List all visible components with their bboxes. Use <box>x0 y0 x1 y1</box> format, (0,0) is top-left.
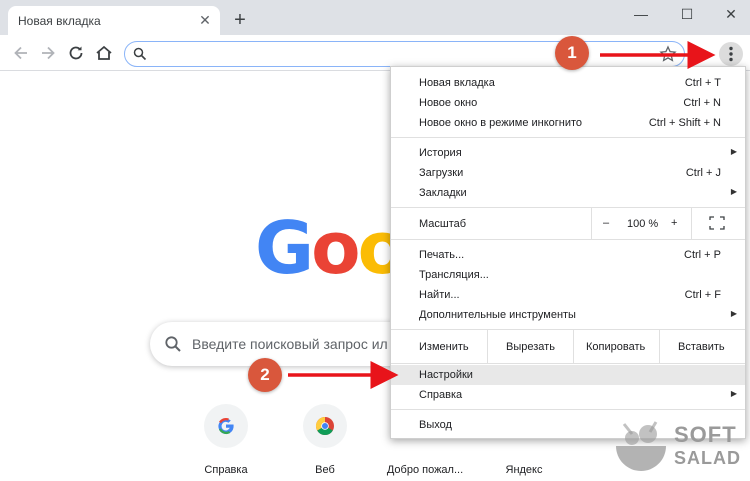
zoom-divider <box>691 207 692 239</box>
menu-item-label: Новое окно в режиме инкогнито <box>419 117 583 129</box>
menu-item-downloads[interactable]: Загрузки Ctrl + J <box>391 163 745 183</box>
shortcut-label: Веб <box>315 464 335 476</box>
edit-divider <box>573 329 574 363</box>
zoom-label: Масштаб <box>419 218 467 230</box>
tab-title: Новая вкладка <box>18 14 101 28</box>
menu-item-shortcut: Ctrl + T <box>684 77 721 89</box>
zoom-in-button[interactable]: + <box>671 217 677 229</box>
menu-divider <box>391 239 745 240</box>
shortcut-icon-circle <box>303 404 347 448</box>
address-bar[interactable] <box>124 41 685 67</box>
search-icon <box>133 47 147 61</box>
zoom-value: 100 % <box>627 218 659 230</box>
shortcut-label: Яндекс <box>505 464 543 476</box>
salad-bowl-icon <box>616 421 666 471</box>
google-logo: Goo <box>255 206 407 290</box>
menu-item-shortcut: Ctrl + J <box>685 167 721 179</box>
menu-divider <box>391 409 745 410</box>
menu-item-shortcut: Ctrl + F <box>684 289 721 301</box>
shortcut-label: Добро пожал... <box>386 464 464 476</box>
back-icon[interactable] <box>10 42 32 64</box>
menu-item-new-tab[interactable]: Новая вкладка Ctrl + T <box>391 73 745 93</box>
tab-new-tab[interactable]: Новая вкладка ✕ <box>8 6 220 35</box>
menu-item-label: Найти... <box>419 289 460 301</box>
menu-divider <box>391 363 745 364</box>
menu-item-label: Печать... <box>419 249 465 261</box>
shortcut-tile[interactable]: Справка <box>181 404 271 476</box>
shortcut-icon-circle <box>204 404 248 448</box>
logo-letter-g: G <box>255 206 314 290</box>
annotation-badge-2: 2 <box>248 358 282 392</box>
softsalad-watermark: SOFT SALAD <box>612 414 748 476</box>
edit-label: Изменить <box>419 341 469 353</box>
maximize-icon[interactable]: ☐ <box>672 4 702 24</box>
menu-item-label: Загрузки <box>419 167 464 179</box>
chrome-icon <box>315 417 334 436</box>
menu-item-label: Закладки <box>419 187 467 199</box>
menu-item-more-tools[interactable]: Дополнительные инструменты ▶ <box>391 305 745 325</box>
watermark-line-2: SALAD <box>674 448 741 468</box>
menu-item-help[interactable]: Справка ▶ <box>391 385 745 405</box>
new-tab-icon[interactable]: + <box>230 10 250 30</box>
submenu-arrow-icon: ▶ <box>730 389 737 398</box>
menu-item-settings[interactable]: Настройки <box>391 365 745 385</box>
tab-strip: Новая вкладка ✕ + — ☐ ✕ <box>0 0 750 35</box>
menu-item-label: Справка <box>419 389 463 401</box>
home-icon[interactable] <box>93 42 115 64</box>
shortcut-label: Справка <box>204 464 248 476</box>
chrome-menu: Новая вкладка Ctrl + T Новое окно Ctrl +… <box>390 66 746 439</box>
logo-letter-o-red: o <box>311 206 360 290</box>
cut-button[interactable]: Вырезать <box>506 341 555 353</box>
menu-item-shortcut: Ctrl + P <box>684 249 721 261</box>
menu-item-label: Настройки <box>419 369 473 381</box>
three-dots-vertical-icon <box>729 46 733 62</box>
paste-button[interactable]: Вставить <box>678 341 725 353</box>
annotation-badge-1: 1 <box>555 36 589 70</box>
zoom-out-button[interactable]: – <box>603 217 609 229</box>
menu-item-bookmarks[interactable]: Закладки ▶ <box>391 183 745 203</box>
menu-divider <box>391 137 745 138</box>
edit-row: Изменить Вырезать Копировать Вставить <box>391 329 745 363</box>
copy-button[interactable]: Копировать <box>586 341 645 353</box>
minimize-icon[interactable]: — <box>626 4 656 24</box>
menu-item-new-window[interactable]: Новое окно Ctrl + N <box>391 93 745 113</box>
menu-item-incognito[interactable]: Новое окно в режиме инкогнито Ctrl + Shi… <box>391 113 745 133</box>
menu-item-label: Дополнительные инструменты <box>419 309 576 321</box>
watermark-line-1: SOFT <box>674 422 737 447</box>
submenu-arrow-icon: ▶ <box>730 309 737 318</box>
forward-icon[interactable] <box>37 42 59 64</box>
edit-divider <box>659 329 660 363</box>
zoom-row: Масштаб – 100 % + <box>391 207 745 239</box>
shortcut-tile[interactable]: Веб <box>280 404 370 476</box>
menu-item-find[interactable]: Найти... Ctrl + F <box>391 285 745 305</box>
menu-item-label: Трансляция... <box>419 269 489 281</box>
reload-icon[interactable] <box>65 42 87 64</box>
fullscreen-icon[interactable] <box>709 216 725 230</box>
google-g-icon <box>218 417 234 435</box>
zoom-divider <box>591 207 592 239</box>
close-tab-icon[interactable]: ✕ <box>196 11 214 29</box>
submenu-arrow-icon: ▶ <box>730 187 737 196</box>
bookmark-star-icon[interactable] <box>659 45 677 63</box>
menu-item-label: История <box>419 147 462 159</box>
menu-item-history[interactable]: История ▶ <box>391 143 745 163</box>
search-placeholder: Введите поисковый запрос ил <box>192 336 388 352</box>
menu-item-cast[interactable]: Трансляция... <box>391 265 745 285</box>
menu-item-label: Выход <box>419 419 452 431</box>
menu-item-shortcut: Ctrl + N <box>683 97 721 109</box>
search-icon <box>165 336 181 352</box>
submenu-arrow-icon: ▶ <box>730 147 737 156</box>
menu-item-label: Новое окно <box>419 97 478 109</box>
close-window-icon[interactable]: ✕ <box>716 4 746 24</box>
edit-divider <box>487 329 488 363</box>
browser-window: Новая вкладка ✕ + — ☐ ✕ Goo Введите поис… <box>0 0 750 481</box>
menu-item-print[interactable]: Печать... Ctrl + P <box>391 245 745 265</box>
menu-item-label: Новая вкладка <box>419 77 495 89</box>
menu-item-shortcut: Ctrl + Shift + N <box>648 117 721 129</box>
chrome-menu-button[interactable] <box>719 42 743 66</box>
